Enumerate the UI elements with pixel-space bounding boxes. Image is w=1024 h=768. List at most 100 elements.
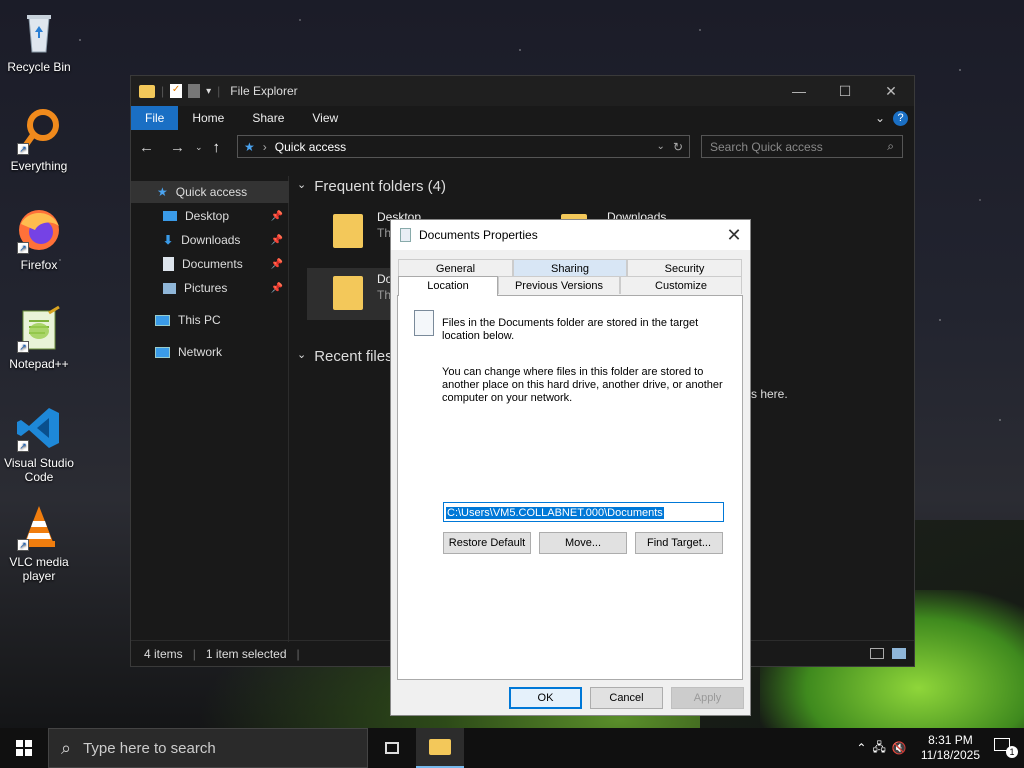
clock[interactable]: 8:31 PM 11/18/2025 — [913, 733, 988, 763]
vscode-icon: ↗ — [15, 404, 63, 452]
desktop-icon-firefox[interactable]: ↗ Firefox — [0, 206, 78, 272]
dialog-titlebar: Documents Properties ✕ — [391, 220, 750, 250]
tab-share[interactable]: Share — [238, 106, 298, 130]
desktop-icon-label: Everything — [10, 159, 68, 173]
selection-count: 1 item selected — [205, 646, 287, 661]
nav-label: Downloads — [181, 233, 241, 247]
desktop-icon-recycle-bin[interactable]: Recycle Bin — [0, 8, 78, 74]
quick-access-toolbar: | ✓ ▾ | — [139, 84, 220, 98]
find-target-button[interactable]: Find Target... — [635, 532, 723, 554]
details-view-icon[interactable] — [870, 648, 884, 659]
customize-toolbar-icon[interactable]: ▾ — [206, 86, 211, 97]
desktop-icon-everything[interactable]: ↗ Everything — [0, 107, 78, 173]
everything-search-icon: ↗ — [15, 107, 63, 155]
minimize-button[interactable]: — — [776, 76, 822, 106]
group-header: Recent files — [314, 348, 393, 365]
nav-item-desktop[interactable]: Desktop 📌 — [131, 205, 289, 227]
nav-item-this-pc[interactable]: This PC — [131, 309, 289, 331]
folder-icon — [333, 214, 363, 248]
nav-item-pictures[interactable]: Pictures 📌 — [131, 277, 289, 299]
taskbar-search-box[interactable]: ⌕ Type here to search — [48, 728, 368, 768]
documents-properties-dialog: Documents Properties ✕ General Sharing S… — [390, 219, 751, 716]
desktop-icon-vlc[interactable]: ↗ VLC media player — [0, 503, 78, 583]
expand-ribbon-icon[interactable]: ⌄ — [875, 111, 885, 125]
nav-label: Documents — [182, 257, 243, 271]
up-arrow-icon[interactable]: ↑ — [213, 139, 221, 156]
nav-item-downloads[interactable]: ⬇ Downloads 📌 — [131, 229, 289, 251]
tab-customize[interactable]: Customize — [620, 276, 742, 294]
start-button[interactable] — [0, 728, 48, 768]
nav-label: Network — [178, 345, 223, 359]
tab-location[interactable]: Location — [398, 276, 498, 296]
properties-icon[interactable]: ✓ — [170, 84, 183, 98]
group-header: Frequent folders (4) — [314, 178, 446, 195]
tab-home[interactable]: Home — [178, 106, 238, 130]
cancel-button[interactable]: Cancel — [590, 687, 663, 709]
search-input[interactable]: Search Quick access ⌕ — [701, 135, 903, 158]
pictures-icon — [163, 282, 176, 294]
file-explorer-icon — [429, 739, 451, 755]
notification-badge: 1 — [1006, 746, 1018, 758]
file-explorer-taskbar-button[interactable] — [416, 728, 464, 768]
desktop-icon-vscode[interactable]: ↗ Visual Studio Code — [0, 404, 78, 484]
refresh-icon[interactable]: ↻ — [673, 140, 689, 154]
nav-item-quick-access[interactable]: ★ Quick access — [131, 181, 289, 203]
explorer-titlebar: | ✓ ▾ | File Explorer — ☐ ✕ — [131, 76, 914, 106]
task-view-button[interactable] — [368, 728, 416, 768]
firefox-icon: ↗ — [15, 206, 63, 254]
volume-muted-icon[interactable]: 🔇 — [892, 741, 907, 755]
recent-files-group[interactable]: ⌄ Recent files — [297, 348, 393, 365]
address-dropdown-icon[interactable]: ⌄ — [657, 141, 665, 152]
back-arrow-icon[interactable]: ← — [139, 139, 154, 156]
folder-sub: Th — [377, 288, 392, 302]
frequent-folders-group[interactable]: ⌄ Frequent folders (4) — [297, 178, 446, 195]
tab-file[interactable]: File — [131, 106, 179, 130]
shortcut-arrow-icon: ↗ — [17, 440, 29, 452]
tab-previous-versions[interactable]: Previous Versions — [498, 276, 620, 294]
shortcut-arrow-icon: ↗ — [17, 539, 29, 551]
clock-time: 8:31 PM — [928, 733, 973, 747]
address-bar[interactable]: ★ › Quick access ⌄ ↻ — [237, 135, 690, 158]
new-folder-icon[interactable] — [188, 84, 201, 98]
restore-default-button[interactable]: Restore Default — [443, 532, 531, 554]
maximize-button[interactable]: ☐ — [822, 76, 868, 106]
navigation-pane: ★ Quick access Desktop 📌 ⬇ Downloads 📌 D… — [131, 176, 289, 642]
show-hidden-icons-chevron-icon[interactable]: ⌃ — [856, 741, 866, 755]
nav-label: Quick access — [175, 185, 248, 199]
recent-locations-icon[interactable]: ⌄ — [195, 142, 203, 153]
desktop-icon-notepadpp[interactable]: ↗ Notepad++ — [0, 305, 78, 371]
empty-recent-hint: s here. — [751, 387, 788, 401]
nav-label: Pictures — [184, 281, 228, 295]
item-count: 4 items — [144, 646, 183, 661]
move-button[interactable]: Move... — [539, 532, 627, 554]
tab-security[interactable]: Security — [627, 259, 742, 277]
forward-arrow-icon[interactable]: → — [170, 139, 185, 156]
nav-item-network[interactable]: Network — [131, 341, 289, 363]
pin-icon: 📌 — [270, 282, 283, 294]
clock-date: 11/18/2025 — [920, 748, 980, 762]
help-icon[interactable]: ? — [893, 110, 908, 126]
taskbar: ⌕ Type here to search ⌃ 🖧 🔇 8:31 PM 11/1… — [0, 728, 1024, 768]
target-path-input[interactable]: C:\Users\VM5.COLLABNET.000\Documents — [443, 502, 724, 522]
dialog-title: Documents Properties — [419, 228, 538, 242]
search-icon: ⌕ — [887, 139, 894, 153]
notifications-button[interactable]: 1 — [994, 738, 1018, 758]
pin-icon: 📌 — [270, 234, 283, 246]
tab-general[interactable]: General — [398, 259, 513, 277]
nav-item-documents[interactable]: Documents 📌 — [131, 253, 289, 275]
desktop-icon — [163, 211, 177, 221]
apply-button[interactable]: Apply — [671, 687, 744, 709]
system-tray: ⌃ 🖧 🔇 8:31 PM 11/18/2025 1 — [856, 733, 1024, 763]
address-text: Quick access — [274, 139, 347, 154]
ok-button[interactable]: OK — [509, 687, 582, 709]
tab-view[interactable]: View — [298, 106, 352, 130]
close-button[interactable]: ✕ — [868, 76, 914, 106]
dialog-close-button[interactable]: ✕ — [718, 225, 750, 246]
desktop-icon-label: Firefox — [20, 258, 58, 272]
tab-sharing[interactable]: Sharing — [513, 259, 627, 277]
target-path-value: C:\Users\VM5.COLLABNET.000\Documents — [446, 507, 664, 519]
desktop-icon-label: VLC media player — [9, 555, 69, 583]
network-status-icon[interactable]: 🖧 — [872, 738, 885, 759]
location-info-text: Files in the Documents folder are stored… — [442, 317, 699, 342]
large-icons-view-icon[interactable] — [892, 648, 906, 659]
